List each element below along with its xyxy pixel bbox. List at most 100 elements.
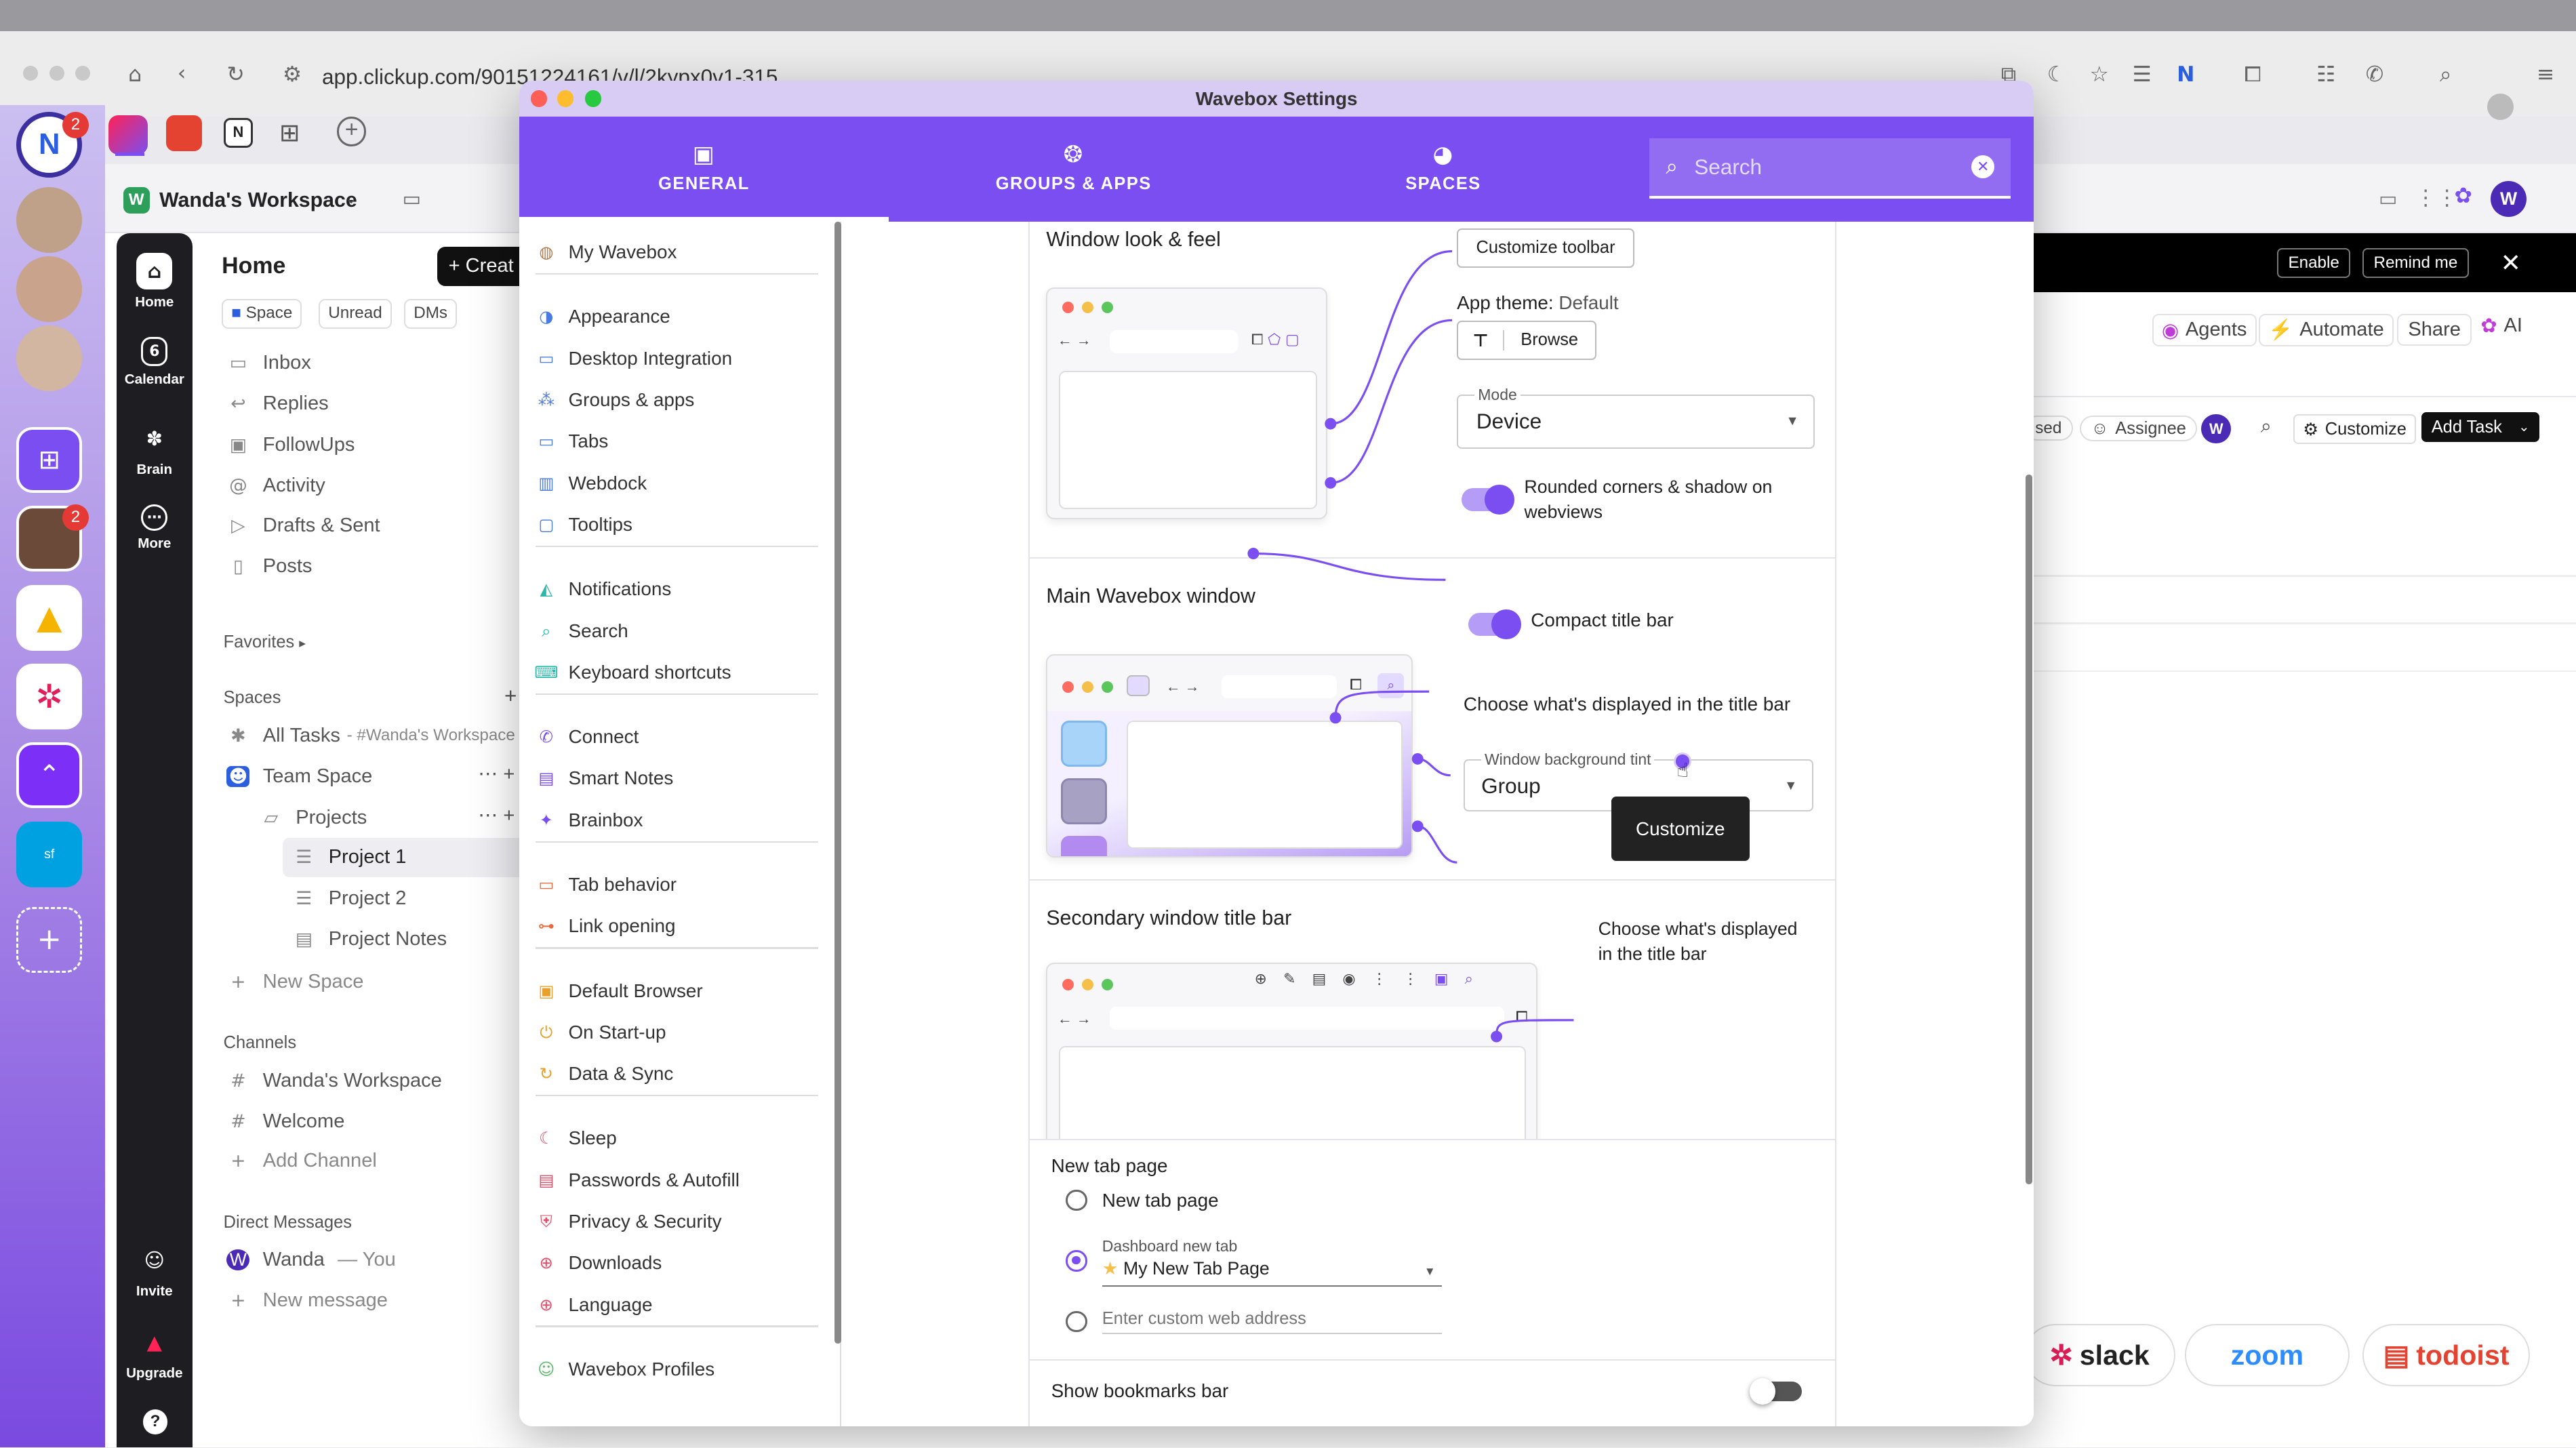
menu-item-notifications[interactable]: ◭ Notifications: [536, 578, 671, 600]
agents-button[interactable]: ◉ Agents: [2152, 313, 2257, 346]
remind-me-button[interactable]: Remind me: [2362, 247, 2469, 278]
menu-item-data-sync[interactable]: ↻ Data & Sync: [536, 1063, 674, 1085]
window-zoom-dot[interactable]: [75, 65, 91, 81]
ai-button[interactable]: ✿ AI: [2480, 314, 2522, 338]
help-icon[interactable]: ?: [142, 1409, 168, 1434]
menu-icon[interactable]: ≡: [2537, 62, 2554, 87]
sidebar-item-all-tasks[interactable]: ✱ All Tasks - #Wanda's Workspace: [226, 725, 515, 747]
apps-icon[interactable]: ⋮⋮: [2415, 186, 2457, 210]
projects-more-icon[interactable]: ⋯ +: [478, 803, 515, 827]
extensions-icon[interactable]: ⧠: [2244, 62, 2261, 87]
menu-item-on-start-up[interactable]: ⏻ On Start-up: [536, 1022, 666, 1043]
user-avatar-2[interactable]: [16, 256, 83, 322]
search-icon[interactable]: ⌕: [2261, 414, 2272, 438]
todoist-tab-icon[interactable]: [165, 115, 203, 151]
calendar-icon[interactable]: ▭: [403, 187, 421, 210]
add-tab-icon[interactable]: +: [336, 117, 367, 146]
sidebar-item-inbox[interactable]: ▭ Inbox: [226, 352, 311, 374]
back-icon[interactable]: ‹: [178, 61, 186, 85]
sidebar-item-followups[interactable]: ▣ FollowUps: [226, 434, 355, 456]
menu-item-privacy-security[interactable]: ⛨ Privacy & Security: [536, 1211, 722, 1232]
menu-item-tab-behavior[interactable]: ▭ Tab behavior: [536, 874, 677, 896]
clear-search-icon[interactable]: ✕: [1971, 155, 1995, 179]
new-space-button[interactable]: + New Space: [226, 971, 363, 993]
add-app-icon[interactable]: +: [16, 906, 83, 973]
nav-calendar[interactable]: 6 Calendar: [117, 336, 192, 388]
automate-button[interactable]: ⚡ Automate: [2259, 313, 2394, 346]
notion-tab-icon[interactable]: N: [223, 118, 254, 148]
menu-scrollbar[interactable]: [834, 222, 841, 1344]
menu-item-my-wavebox[interactable]: ◍ My Wavebox: [536, 241, 677, 263]
sidebar-item-activity[interactable]: @ Activity: [226, 475, 325, 497]
filter-space[interactable]: ■ Space: [222, 299, 302, 329]
reload-icon[interactable]: ↻: [226, 62, 244, 87]
video-icon[interactable]: ▭: [2379, 187, 2397, 210]
workspace-name[interactable]: Wanda's Workspace: [159, 189, 357, 212]
assignee-avatar[interactable]: W: [2201, 414, 2232, 444]
nav-more[interactable]: ⋯ More: [117, 504, 192, 552]
google-drive-icon[interactable]: ▲: [16, 584, 83, 651]
menu-item-webdock[interactable]: ▥ Webdock: [536, 472, 647, 494]
reading-list-icon[interactable]: ☰: [2133, 62, 2152, 87]
menu-item-wavebox-profiles[interactable]: ☺ Wavebox Profiles: [536, 1359, 715, 1380]
sidebar-item-project-1[interactable]: ☰ Project 1: [292, 846, 406, 868]
team-space-more-icon[interactable]: ⋯ +: [478, 762, 515, 786]
sidebar-item-posts[interactable]: ▯ Posts: [226, 555, 312, 578]
menu-item-keyboard-shortcuts[interactable]: ⌨ Keyboard shortcuts: [534, 662, 731, 683]
ai-sparkle-icon[interactable]: ✿: [2455, 184, 2472, 208]
menu-item-link-opening[interactable]: ⊶ Link opening: [536, 915, 676, 937]
minimize-window-dot[interactable]: [557, 90, 573, 107]
tab-spaces[interactable]: ◕ SPACES: [1258, 117, 1628, 222]
nav-invite[interactable]: ☺ Invite: [117, 1242, 192, 1300]
user-avatar-3[interactable]: [16, 325, 83, 391]
sidebar-item-projects[interactable]: ▱ Projects: [260, 807, 367, 829]
content-scrollbar[interactable]: [2026, 475, 2032, 1185]
menu-item-brainbox[interactable]: ✦ Brainbox: [536, 809, 643, 831]
menu-item-downloads[interactable]: ⊕ Downloads: [536, 1252, 662, 1274]
close-icon[interactable]: ✕: [2501, 248, 2521, 277]
bookmark-star-icon[interactable]: ☆: [2090, 62, 2109, 87]
zoom-window-dot[interactable]: [584, 90, 601, 107]
filter-unread[interactable]: Unread: [319, 299, 392, 329]
nav-home[interactable]: ⌂ Home: [117, 253, 192, 310]
search-icon[interactable]: ⌕: [2440, 62, 2452, 87]
chevron-down-icon[interactable]: ⌄: [345, 190, 357, 207]
settings-search-input[interactable]: [1694, 154, 1941, 180]
menu-item-smart-notes[interactable]: ▤ Smart Notes: [536, 767, 673, 789]
add-task-button[interactable]: Add Task ⌄: [2421, 412, 2539, 442]
nav-brain[interactable]: ✽ Brain: [117, 420, 192, 478]
menu-item-groups-apps[interactable]: ⁂ Groups & apps: [536, 389, 695, 411]
sidebar-item-project-notes[interactable]: ▤ Project Notes: [292, 928, 447, 950]
profile-avatar[interactable]: [2487, 94, 2514, 120]
channel-welcome[interactable]: # Welcome: [226, 1110, 344, 1133]
slack-logo[interactable]: ✲ slack: [2024, 1324, 2175, 1387]
tabs-icon[interactable]: ☷: [2316, 62, 2335, 87]
slack-app-icon[interactable]: ✲: [16, 664, 83, 729]
site-settings-icon[interactable]: ⚙: [283, 62, 302, 87]
apps-grid-icon[interactable]: ⊞: [279, 118, 300, 147]
menu-item-search[interactable]: ⌕ Search: [536, 620, 628, 642]
close-window-dot[interactable]: [530, 90, 547, 107]
channel-workspace[interactable]: # Wanda's Workspace: [226, 1070, 442, 1092]
menu-item-language[interactable]: ⊕ Language: [536, 1294, 653, 1316]
menu-item-desktop-integration[interactable]: ▭ Desktop Integration: [536, 348, 732, 369]
settings-search[interactable]: ⌕ ✕: [1649, 138, 2011, 199]
nav-upgrade[interactable]: ▲ Upgrade: [117, 1324, 192, 1382]
share-button[interactable]: Share: [2396, 313, 2472, 346]
menu-item-tabs[interactable]: ▭ Tabs: [536, 430, 608, 452]
add-channel-button[interactable]: + Add Channel: [226, 1150, 377, 1172]
moon-icon[interactable]: ☾: [2047, 62, 2066, 87]
user-avatar-1[interactable]: [16, 187, 83, 254]
tab-general[interactable]: ▣ GENERAL: [519, 117, 889, 222]
clickup-tab-icon[interactable]: [108, 115, 148, 155]
menu-item-appearance[interactable]: ◑ Appearance: [536, 306, 670, 327]
favorites-header[interactable]: Favorites ▸: [224, 632, 306, 652]
sidebar-item-replies[interactable]: ↩ Replies: [226, 393, 328, 415]
enable-button[interactable]: Enable: [2276, 247, 2351, 278]
menu-item-default-browser[interactable]: ▣ Default Browser: [536, 980, 702, 1002]
phone-icon[interactable]: ✆: [2366, 62, 2383, 87]
todoist-logo[interactable]: ▤ todoist: [2362, 1324, 2531, 1387]
sidebar-item-project-2[interactable]: ☰ Project 2: [292, 887, 406, 910]
user-avatar[interactable]: W: [2490, 180, 2527, 217]
clickup-app-icon[interactable]: ⌃: [16, 742, 83, 809]
